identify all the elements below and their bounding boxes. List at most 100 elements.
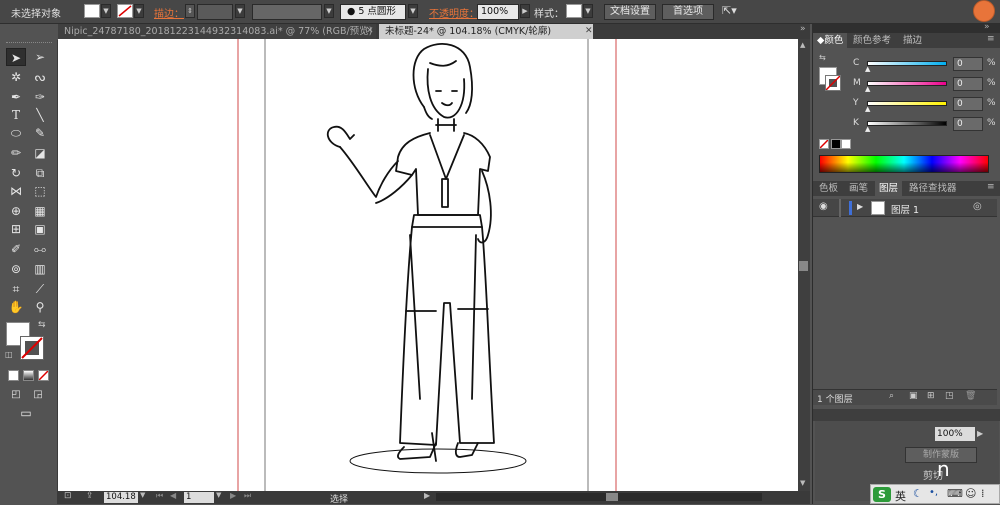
tab-nipic-document[interactable]: Nipic_24787180_20181223144932314083.ai* … <box>58 24 376 39</box>
eraser-tool-icon[interactable]: ◪ <box>30 144 50 162</box>
variable-width-profile[interactable] <box>252 4 322 20</box>
shape-builder-tool-icon[interactable]: ⊕ <box>6 202 26 220</box>
moon-icon[interactable]: ☾ <box>913 487 923 500</box>
stroke-label[interactable]: 描边： <box>154 5 184 20</box>
vertical-scroll-thumb[interactable] <box>799 261 808 271</box>
brush-dropdown[interactable]: ▼ <box>408 4 418 18</box>
layer-row[interactable]: ◉ ▶ 图层 1 ◎ <box>813 199 997 217</box>
opacity-dropdown[interactable]: ▶ <box>520 4 530 18</box>
visibility-eye-icon[interactable]: ◉ <box>819 201 828 212</box>
horizontal-scrollbar[interactable] <box>436 493 762 501</box>
slice-tool-icon[interactable]: ⟋ <box>30 280 50 298</box>
mesh-tool-icon[interactable]: ⊞ <box>6 220 26 238</box>
tab-untitled-document[interactable]: 未标题-24* @ 104.18% (CMYK/轮廓) <box>379 24 593 39</box>
stroke-color-box[interactable] <box>20 336 44 360</box>
locate-object-icon[interactable]: ⌕ <box>889 391 894 401</box>
channel-slider-track[interactable] <box>867 121 947 126</box>
width-tool-icon[interactable]: ⋈ <box>6 182 26 200</box>
status-menu-icon[interactable]: ▶ <box>424 491 430 500</box>
stroke-weight-stepper[interactable]: ⇕ <box>185 4 195 18</box>
lasso-tool-icon[interactable]: ᔓ <box>30 68 50 86</box>
free-transform-tool-icon[interactable]: ⬚ <box>30 182 50 200</box>
keyboard-icon[interactable]: ⌨ <box>947 487 963 500</box>
collapse-dock-icon[interactable]: » <box>984 22 990 32</box>
new-sublayer-icon[interactable]: ⊞ <box>927 391 935 401</box>
fill-swatch[interactable] <box>84 4 100 18</box>
channel-value-input[interactable]: 0 <box>953 57 983 71</box>
brush-definition[interactable]: ● 5 点圆形 <box>340 4 406 20</box>
layers-menu-icon[interactable]: ≡ <box>987 182 995 192</box>
share-icon[interactable]: ⇪ <box>86 491 94 501</box>
color-mode-icon[interactable] <box>8 370 19 381</box>
panel-menu-icon[interactable]: ≡ <box>987 34 995 44</box>
ime-user-icon[interactable]: ☺ <box>965 487 976 500</box>
scroll-up-icon[interactable]: ▲ <box>800 41 805 49</box>
new-layer-icon[interactable]: ◳ <box>945 391 954 401</box>
channel-slider-track[interactable] <box>867 61 947 66</box>
draw-behind-icon[interactable]: ◲ <box>28 386 48 404</box>
channel-value-input[interactable]: 0 <box>953 117 983 131</box>
column-graph-tool-icon[interactable]: ▥ <box>30 260 50 278</box>
dock-header[interactable]: » <box>812 22 1000 33</box>
opacity-label[interactable]: 不透明度： <box>429 5 479 20</box>
none-swatch[interactable] <box>819 139 829 149</box>
black-swatch[interactable] <box>831 139 841 149</box>
channel-slider-track[interactable] <box>867 81 947 86</box>
curvature-tool-icon[interactable]: ✑ <box>30 88 50 106</box>
direct-selection-tool-icon[interactable]: ➢ <box>30 48 50 66</box>
ime-grid-icon[interactable]: ⁞ <box>981 487 985 500</box>
pen-tool-icon[interactable]: ✒ <box>6 88 26 106</box>
last-artboard-icon[interactable]: ⏭ <box>244 491 251 501</box>
mini-swap-icon[interactable]: ⇆ <box>819 53 829 63</box>
punctuation-icon[interactable]: •, <box>929 487 938 498</box>
tools-grip[interactable] <box>6 42 52 44</box>
next-artboard-icon[interactable]: ▶ <box>230 491 236 500</box>
arrange-icon[interactable]: ⇱▾ <box>722 4 746 20</box>
gradient-tool-icon[interactable]: ▣ <box>30 220 50 238</box>
tab-pathfinder[interactable]: 路径查找器 <box>905 181 961 196</box>
selection-tool-icon[interactable]: ➤ <box>6 48 26 66</box>
stroke-weight-dropdown[interactable]: ▼ <box>235 4 245 18</box>
tab-color-guide[interactable]: 颜色参考 <box>849 33 895 48</box>
channel-slider-handle-icon[interactable]: ▲ <box>865 85 870 93</box>
graphic-style-dropdown[interactable]: ▼ <box>583 4 593 18</box>
rotate-tool-icon[interactable]: ↻ <box>6 164 26 182</box>
stroke-dropdown[interactable]: ▼ <box>134 4 144 18</box>
zoom-input[interactable]: 104.18 <box>104 492 138 503</box>
panel-stroke-swatch[interactable] <box>825 75 841 91</box>
previous-artboard-icon[interactable]: ◀ <box>170 491 176 500</box>
white-swatch[interactable] <box>841 139 851 149</box>
symbol-sprayer-tool-icon[interactable]: ⊚ <box>6 260 26 278</box>
notification-badge-icon[interactable] <box>973 0 995 22</box>
vertical-scrollbar[interactable]: ▲ ▼ <box>798 39 810 491</box>
document-setup-button[interactable]: 文档设置 <box>604 4 656 20</box>
channel-slider-handle-icon[interactable]: ▲ <box>865 105 870 113</box>
document-canvas[interactable] <box>58 39 798 491</box>
zoom-dropdown-icon[interactable]: ▼ <box>140 491 145 499</box>
tab-close-active-icon[interactable]: ✕ <box>585 26 593 36</box>
artboard-dropdown-icon[interactable]: ▼ <box>216 491 221 499</box>
ellipse-tool-icon[interactable]: ⬭ <box>6 124 26 142</box>
line-segment-tool-icon[interactable]: ╲ <box>30 106 50 124</box>
tab-close-icon[interactable]: ✕ <box>366 26 374 36</box>
gradient-mode-icon[interactable] <box>23 370 34 381</box>
ime-logo[interactable]: S <box>873 487 891 502</box>
screen-mode-icon[interactable]: ▭ <box>16 404 36 422</box>
fill-dropdown[interactable]: ▼ <box>101 4 111 18</box>
blend-tool-icon[interactable]: ⧟ <box>30 240 50 258</box>
channel-slider-track[interactable] <box>867 101 947 106</box>
opacity-input[interactable]: 100% <box>477 4 519 20</box>
first-artboard-icon[interactable]: ⏮ <box>156 491 163 501</box>
opacity-menu-icon[interactable]: ▶ <box>977 429 983 438</box>
tab-brushes[interactable]: 画笔 <box>845 181 872 196</box>
none-mode-icon[interactable] <box>38 370 49 381</box>
horizontal-scroll-thumb[interactable] <box>606 493 618 501</box>
hand-tool-icon[interactable]: ✋ <box>6 298 26 316</box>
pencil-tool-icon[interactable]: ✏ <box>6 144 26 162</box>
expand-layer-icon[interactable]: ▶ <box>857 202 863 211</box>
type-tool-icon[interactable]: T <box>6 106 26 124</box>
perspective-grid-tool-icon[interactable]: ▦ <box>30 202 50 220</box>
channel-slider-handle-icon[interactable]: ▲ <box>865 125 870 133</box>
artboard-tool-icon[interactable]: ⌗ <box>6 280 26 298</box>
magic-wand-tool-icon[interactable]: ✲ <box>6 68 26 86</box>
